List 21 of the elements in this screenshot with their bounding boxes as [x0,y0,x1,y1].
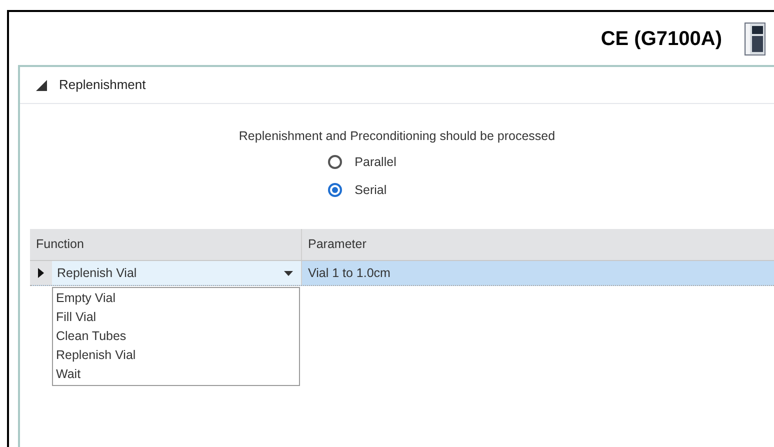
radio-label: Serial [354,182,387,198]
instrument-module-icon [744,22,766,56]
collapse-triangle-icon [36,80,47,90]
dropdown-option[interactable]: Fill Vial [56,308,299,328]
dropdown-option[interactable]: Wait [56,365,299,384]
radio-button[interactable] [328,155,342,170]
instrument-title: CE (G7100A) [600,26,722,52]
section-header[interactable]: Replenishment [20,67,774,104]
table-row[interactable]: Replenish Vial Vial 1 to 1.0cm [30,261,774,286]
table-cell-text: Vial 1 to 1.0cm [307,264,392,282]
radio-button[interactable] [328,182,342,197]
radio-label: Parallel [354,154,396,171]
function-combobox[interactable]: Replenish Vial [52,261,302,286]
column-header: Parameter [307,236,368,254]
dropdown-option[interactable]: Replenish Vial [56,346,299,366]
dropdown-option[interactable]: Clean Tubes [56,327,299,346]
processing-prompt: Replenishment and Preconditioning should be processed [238,128,556,145]
dropdown-option[interactable]: Empty Vial [56,289,299,308]
current-row-icon [38,268,44,278]
column-header: Function [30,229,302,260]
dropdown-caret-icon [284,270,293,276]
